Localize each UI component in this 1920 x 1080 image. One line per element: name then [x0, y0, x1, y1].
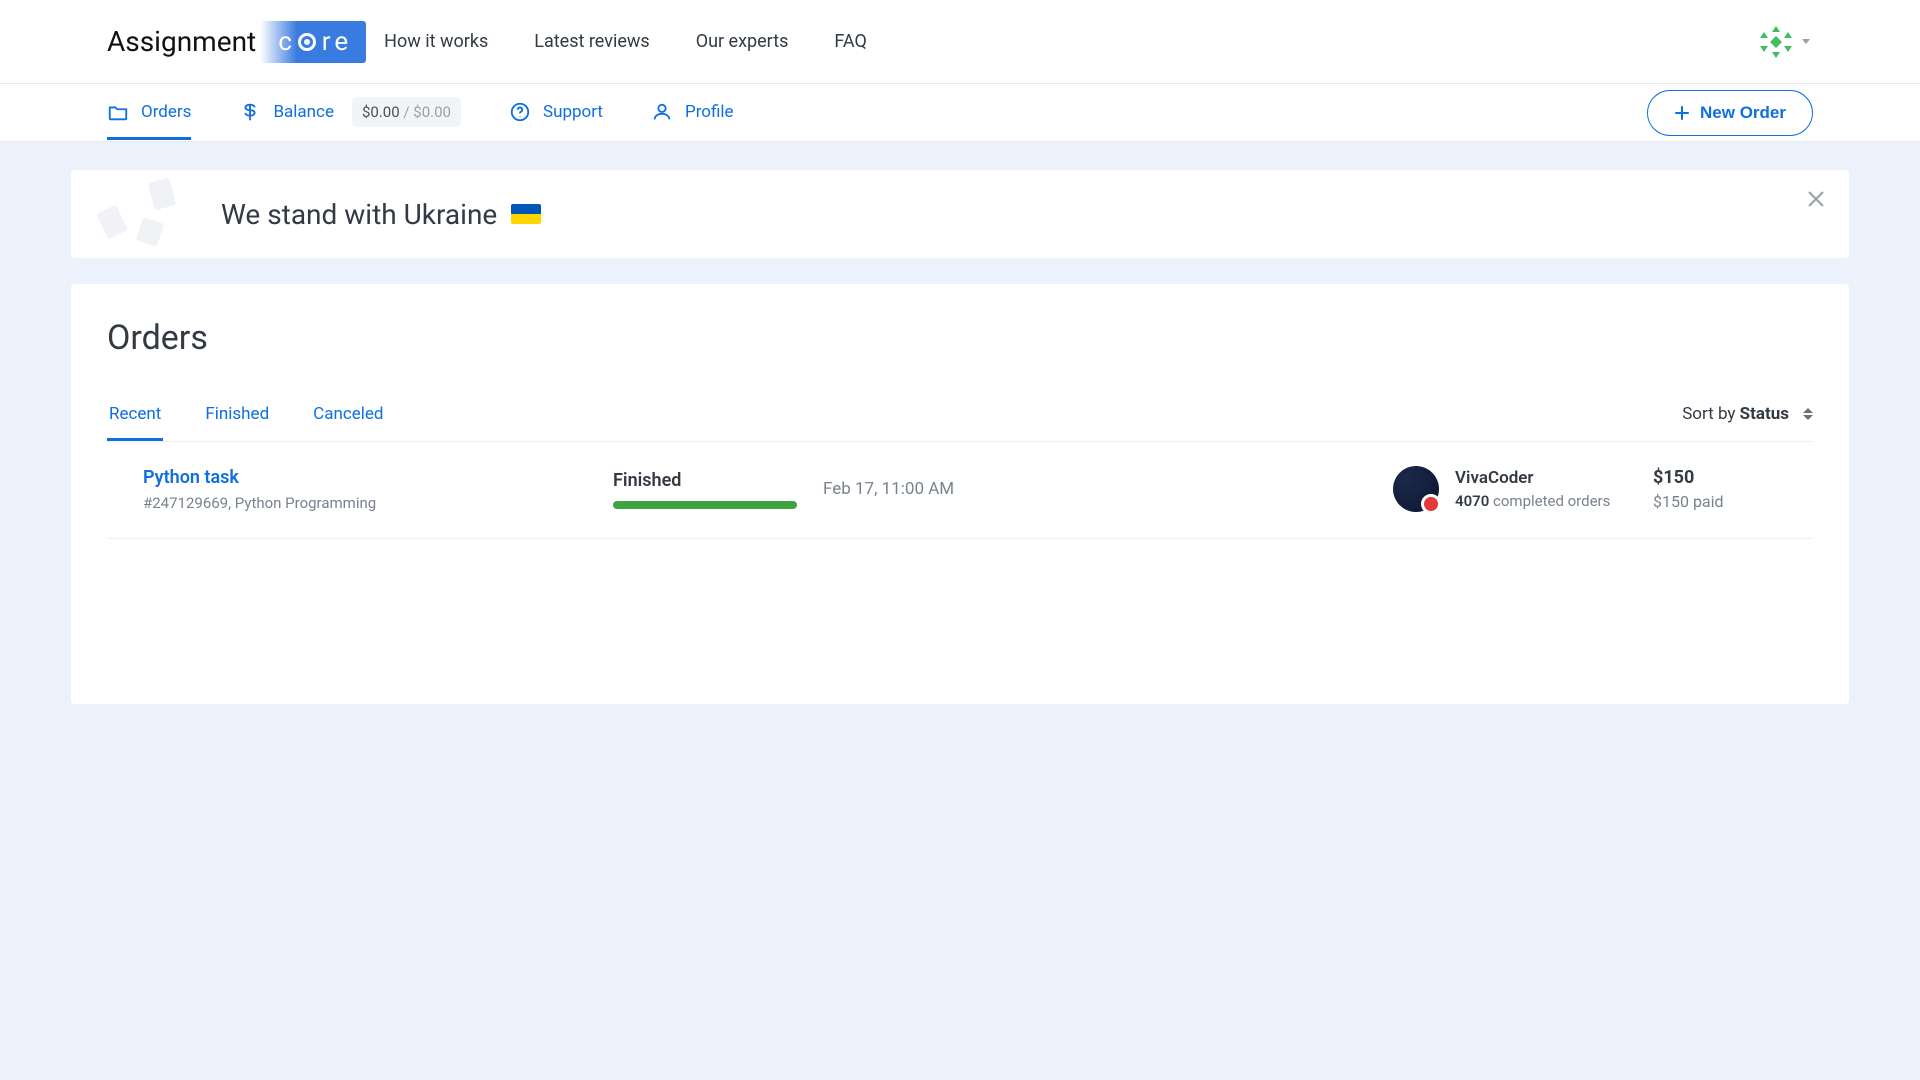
tab-canceled[interactable]: Canceled — [311, 396, 385, 441]
order-info: Python task #247129669, Python Programmi… — [143, 467, 603, 512]
nav-our-experts[interactable]: Our experts — [696, 31, 789, 52]
banner-close-button[interactable] — [1805, 188, 1827, 210]
close-icon — [1805, 188, 1827, 210]
expert-stats: 4070 completed orders — [1455, 492, 1610, 510]
expert-name: VivaCoder — [1455, 468, 1610, 488]
order-expert[interactable]: VivaCoder 4070 completed orders — [1393, 466, 1643, 512]
order-price: $150 — [1653, 467, 1813, 488]
ukraine-banner: We stand with Ukraine — [71, 170, 1849, 258]
nav-latest-reviews[interactable]: Latest reviews — [534, 31, 649, 52]
sub-nav: Orders Balance $0.00 / $0.00 Support Pro… — [0, 84, 1920, 142]
subnav-orders-label: Orders — [141, 102, 191, 122]
status-label: Finished — [613, 470, 813, 491]
target-icon — [298, 33, 316, 51]
page-title: Orders — [107, 318, 1813, 358]
subnav-balance[interactable]: Balance $0.00 / $0.00 — [239, 81, 461, 144]
banner-title: We stand with Ukraine — [221, 198, 497, 231]
tab-finished[interactable]: Finished — [203, 396, 271, 441]
top-nav: How it works Latest reviews Our experts … — [384, 31, 867, 52]
avatar-icon — [1756, 22, 1796, 62]
logo-text-right: cre — [260, 21, 366, 63]
orders-card: Orders Recent Finished Canceled Sort by … — [71, 284, 1849, 704]
subnav-support[interactable]: Support — [509, 85, 603, 140]
subnav-orders[interactable]: Orders — [107, 85, 191, 140]
balance-badge: $0.00 / $0.00 — [352, 97, 461, 127]
order-date: Feb 17, 11:00 AM — [823, 479, 1383, 499]
order-row[interactable]: Python task #247129669, Python Programmi… — [107, 442, 1813, 539]
subnav-support-label: Support — [543, 102, 603, 122]
plus-icon — [1674, 105, 1690, 121]
order-status: Finished — [613, 470, 813, 509]
nav-faq[interactable]: FAQ — [834, 31, 866, 52]
sort-arrows-icon — [1803, 408, 1813, 420]
sort-label: Sort by Status — [1682, 404, 1789, 424]
user-icon — [651, 101, 673, 123]
expert-avatar — [1393, 466, 1439, 512]
ukraine-flag-icon — [511, 204, 541, 224]
order-price-block: $150 $150 paid — [1653, 467, 1813, 511]
dollar-icon — [239, 101, 261, 123]
sort-by-selector[interactable]: Sort by Status — [1682, 404, 1813, 434]
subnav-profile[interactable]: Profile — [651, 85, 734, 140]
banner-illustration — [91, 180, 201, 250]
tab-recent[interactable]: Recent — [107, 396, 163, 441]
logo-text-left: Assignment — [107, 25, 256, 58]
subnav-balance-label: Balance — [273, 102, 334, 122]
new-order-button[interactable]: New Order — [1647, 90, 1813, 136]
order-title-link[interactable]: Python task — [143, 467, 603, 488]
nav-how-it-works[interactable]: How it works — [384, 31, 488, 52]
new-order-label: New Order — [1700, 103, 1786, 123]
page-body: We stand with Ukraine Orders Recent Fini… — [0, 142, 1920, 744]
progress-bar-fill — [613, 501, 797, 509]
order-subtitle: #247129669, Python Programming — [143, 494, 603, 512]
user-menu[interactable] — [1756, 22, 1810, 62]
order-paid: $150 paid — [1653, 492, 1813, 511]
tabs-row: Recent Finished Canceled Sort by Status — [107, 396, 1813, 442]
top-bar: Assignment cre How it works Latest revie… — [0, 0, 1920, 84]
logo[interactable]: Assignment cre — [107, 21, 366, 63]
progress-bar — [613, 501, 797, 509]
help-icon — [509, 101, 531, 123]
chevron-down-icon — [1802, 39, 1810, 44]
folder-icon — [107, 101, 129, 123]
subnav-profile-label: Profile — [685, 102, 734, 122]
order-tabs: Recent Finished Canceled — [107, 396, 386, 441]
